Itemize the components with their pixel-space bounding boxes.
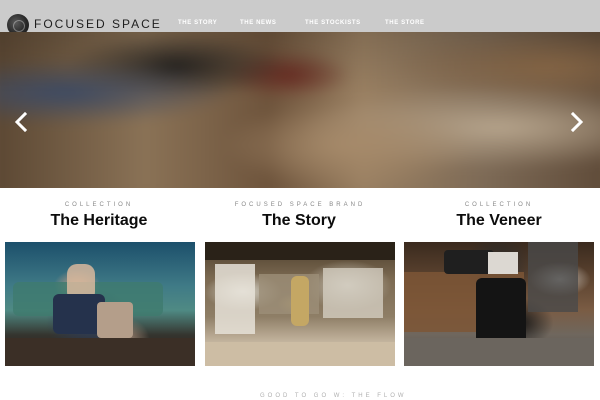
nav-item-the-stockists[interactable]: THE STOCKISTS (305, 20, 361, 26)
collection-kicker: COLLECTION (464, 202, 534, 208)
collection-title-veneer[interactable]: The Veneer (404, 212, 594, 230)
nav-item-the-news[interactable]: THE NEWS (240, 20, 276, 26)
chevron-left-icon[interactable] (14, 112, 28, 132)
collection-image-veneer[interactable] (404, 242, 594, 366)
collection-title-story[interactable]: The Story (204, 212, 394, 230)
nav-item-the-story[interactable]: THE STORY (178, 20, 217, 26)
logo-text[interactable]: FOCUSED SPACE (34, 17, 162, 31)
hero-slider (0, 32, 600, 188)
section-kicker: GOOD TO GO W: THE FLOW (260, 393, 407, 399)
chevron-right-icon[interactable] (570, 112, 584, 132)
nav-item-the-store[interactable]: THE STORE (385, 20, 425, 26)
collection-image-heritage[interactable] (5, 242, 195, 366)
collection-kicker: FOCUSED SPACE BRAND (234, 202, 366, 208)
collection-kicker: COLLECTION (64, 202, 134, 208)
collection-image-story[interactable] (205, 242, 395, 366)
collection-title-heritage[interactable]: The Heritage (4, 212, 194, 230)
